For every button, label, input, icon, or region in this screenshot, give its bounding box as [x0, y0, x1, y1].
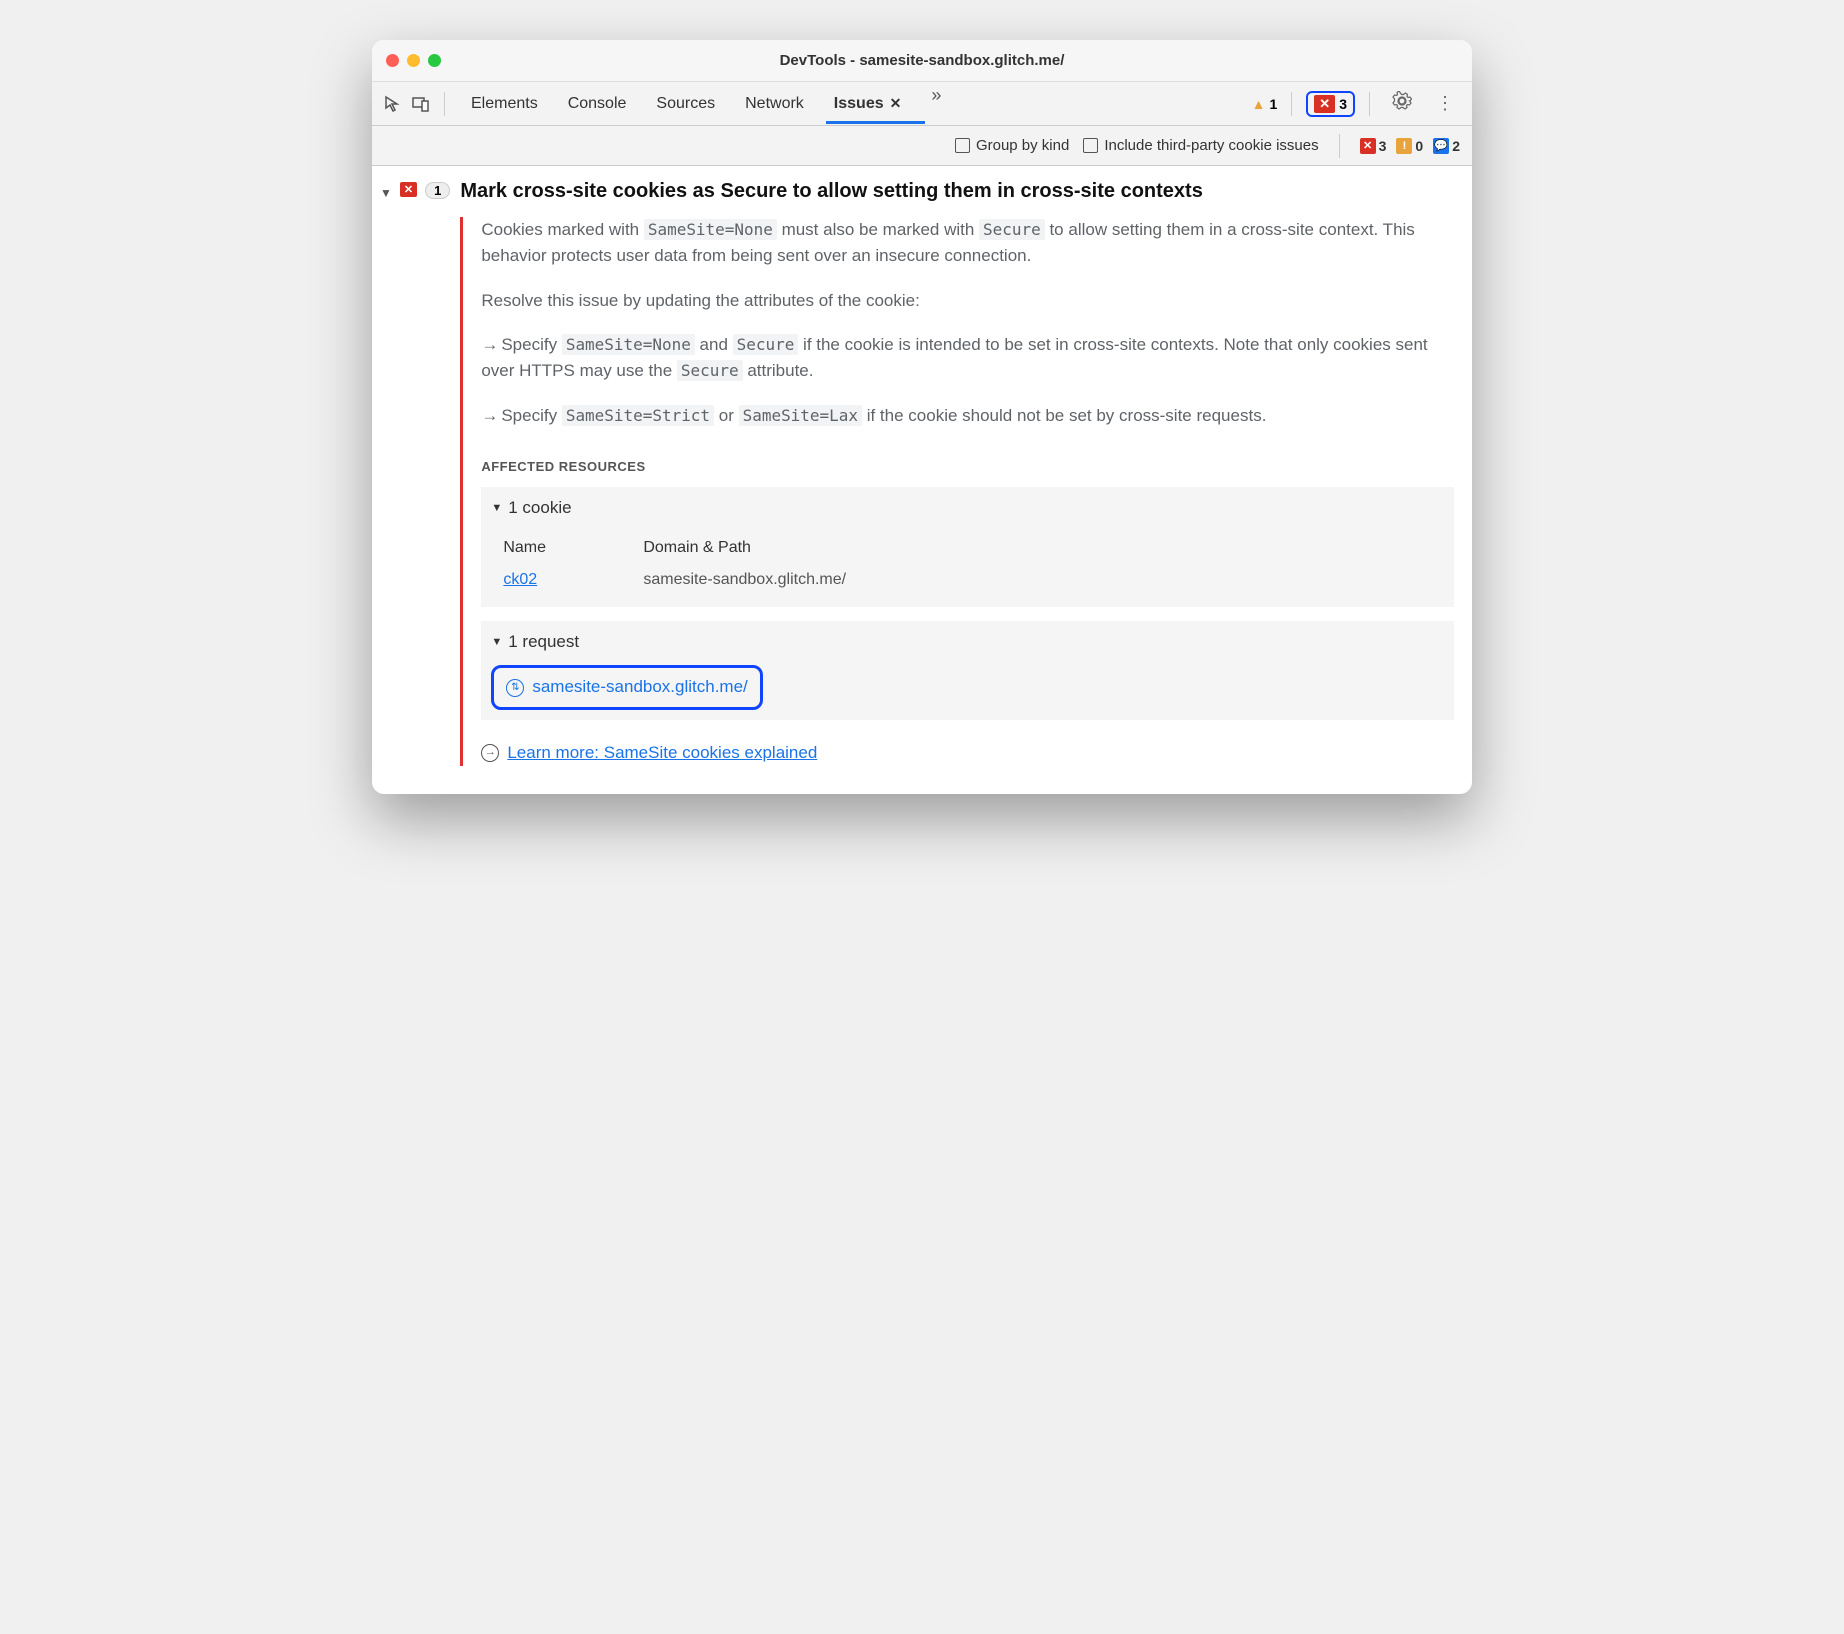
group-by-kind-checkbox[interactable]: Group by kind: [955, 137, 1069, 154]
tab-console[interactable]: Console: [562, 85, 633, 123]
info-icon: 💬: [1433, 138, 1449, 154]
affected-requests-block: ▼ 1 request ⇅ samesite-sandbox.glitch.me…: [481, 621, 1454, 720]
devtools-window: DevTools - samesite-sandbox.glitch.me/ E…: [372, 40, 1472, 794]
main-toolbar: Elements Console Sources Network Issues✕…: [372, 82, 1472, 126]
learn-more-row: → Learn more: SameSite cookies explained: [481, 740, 1454, 766]
cookies-section-toggle[interactable]: ▼ 1 cookie: [491, 495, 1444, 521]
settings-icon[interactable]: [1384, 91, 1420, 116]
issue-resolution-intro: Resolve this issue by updating the attri…: [481, 288, 1454, 314]
cookie-domain: samesite-sandbox.glitch.me/: [643, 568, 846, 593]
issue-description: Cookies marked with SameSite=None must a…: [481, 217, 1454, 270]
filter-info-count[interactable]: 💬2: [1433, 138, 1460, 154]
error-count-badge[interactable]: ✕ 3: [1306, 91, 1355, 117]
filter-error-count[interactable]: ✕3: [1360, 138, 1387, 154]
tab-issues[interactable]: Issues✕: [828, 85, 908, 123]
error-icon: ✕: [1360, 138, 1376, 154]
warning-count-badge[interactable]: ▲ 1: [1252, 96, 1278, 112]
cookie-table-row: ck02 samesite-sandbox.glitch.me/: [491, 564, 1444, 597]
filter-warning-count[interactable]: !0: [1396, 138, 1423, 154]
external-link-icon: →: [481, 744, 499, 762]
affected-resources-header: Affected Resources: [481, 457, 1454, 477]
collapse-icon[interactable]: ▼: [380, 182, 392, 200]
zoom-window-button[interactable]: [428, 54, 441, 67]
checkbox-icon: [1083, 138, 1098, 153]
more-options-icon[interactable]: ⋮: [1428, 93, 1462, 114]
inspect-element-icon[interactable]: [382, 93, 404, 115]
cookie-table-header: Name Domain & Path: [491, 532, 1444, 565]
issue-title: Mark cross-site cookies as Secure to all…: [460, 180, 1454, 203]
network-icon: ⇅: [506, 679, 524, 697]
collapse-icon: ▼: [491, 634, 502, 651]
issue-count-pill: 1: [425, 182, 450, 199]
tab-network[interactable]: Network: [739, 85, 810, 123]
issue-severity-icon: ✕: [400, 182, 417, 197]
close-tab-icon[interactable]: ✕: [890, 95, 902, 111]
error-icon: ✕: [1314, 95, 1335, 113]
filter-bar: Group by kind Include third-party cookie…: [372, 126, 1472, 166]
panel-tabs: Elements Console Sources Network Issues✕…: [457, 85, 1246, 123]
warning-icon: ▲: [1252, 96, 1266, 112]
tab-elements[interactable]: Elements: [465, 85, 544, 123]
affected-cookies-block: ▼ 1 cookie Name Domain & Path ck02 sames…: [481, 487, 1454, 607]
more-tabs-button[interactable]: »: [925, 85, 947, 123]
device-toolbar-icon[interactable]: [410, 93, 432, 115]
close-window-button[interactable]: [386, 54, 399, 67]
affected-request-link[interactable]: ⇅ samesite-sandbox.glitch.me/: [491, 665, 762, 709]
tab-sources[interactable]: Sources: [650, 85, 721, 123]
cookie-name-link[interactable]: ck02: [503, 571, 537, 588]
window-title: DevTools - samesite-sandbox.glitch.me/: [372, 52, 1472, 69]
collapse-icon: ▼: [491, 500, 502, 517]
issue-row-gutter: ▼ ✕ 1: [380, 180, 450, 766]
issue-resolution-item: →Specify SameSite=None and Secure if the…: [481, 332, 1454, 385]
requests-section-toggle[interactable]: ▼ 1 request: [491, 629, 1444, 655]
warning-icon: !: [1396, 138, 1412, 154]
minimize-window-button[interactable]: [407, 54, 420, 67]
titlebar: DevTools - samesite-sandbox.glitch.me/: [372, 40, 1472, 82]
checkbox-icon: [955, 138, 970, 153]
third-party-cookies-checkbox[interactable]: Include third-party cookie issues: [1083, 137, 1318, 154]
issue-panel: Mark cross-site cookies as Secure to all…: [450, 180, 1454, 766]
learn-more-link[interactable]: Learn more: SameSite cookies explained: [507, 740, 817, 766]
issue-resolution-item: →Specify SameSite=Strict or SameSite=Lax…: [481, 403, 1454, 429]
